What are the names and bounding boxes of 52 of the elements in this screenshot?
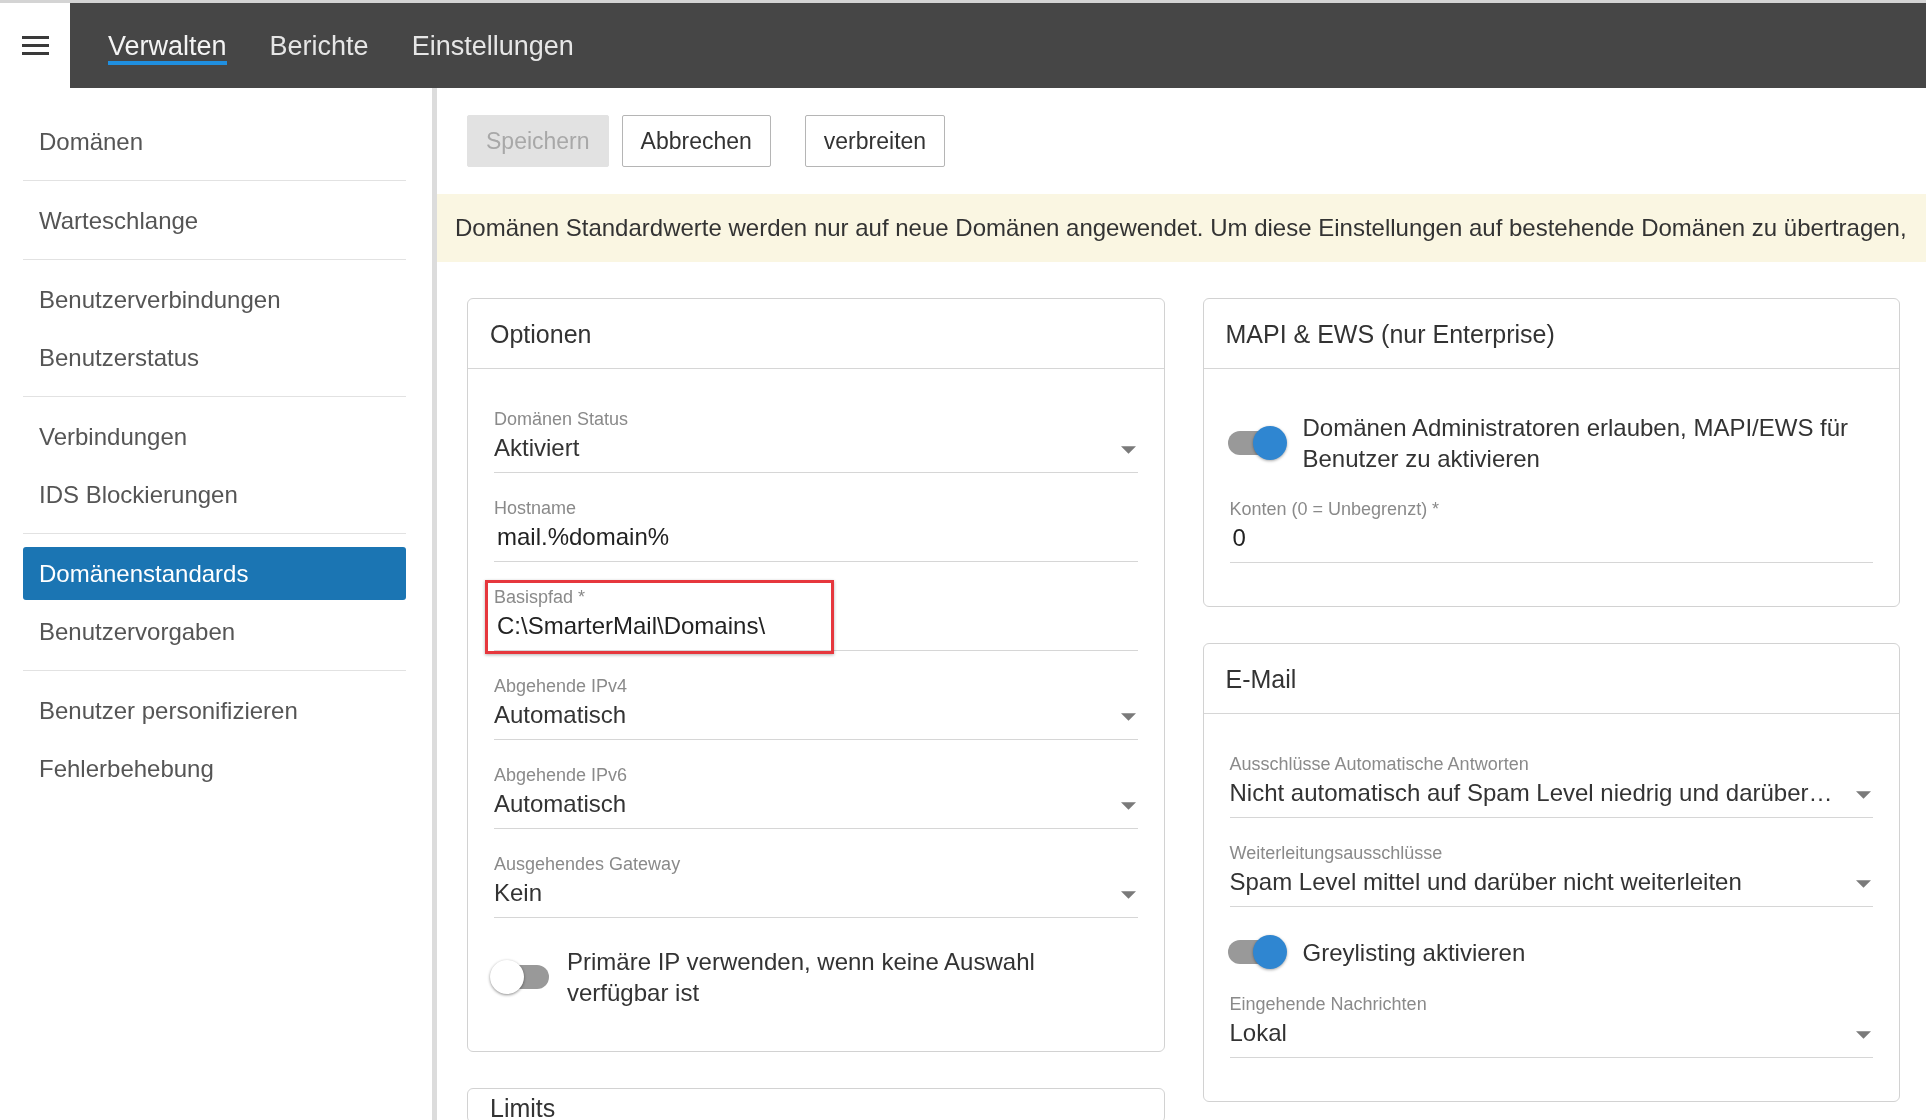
field-label: Basispfad * <box>494 587 587 607</box>
field-label: Weiterleitungsausschlüsse <box>1229 843 1444 863</box>
notice-banner: Domänen Standardwerte werden nur auf neue Domänen angewendet. Um diese Einstellungen auf bestehende Domänen zu übertragen, <box>437 194 1926 262</box>
caret-icon <box>1120 801 1136 810</box>
sidebar-item[interactable]: Domänen <box>23 115 406 168</box>
nav-tab[interactable]: Einstellungen <box>411 26 574 65</box>
caret-icon <box>1120 712 1136 721</box>
sidebar-item[interactable]: Benutzervorgaben <box>23 605 406 658</box>
toggle-switch[interactable] <box>490 960 551 994</box>
card-title: E-Mail <box>1225 664 1297 693</box>
sidebar-item[interactable]: Fehlerbehebung <box>23 742 406 795</box>
toggle-label: Domänen Administratoren erlauben, MAPI/EWS für Benutzer zu aktivieren <box>1302 413 1850 474</box>
sidebar-item[interactable]: Benutzer personifizieren <box>23 684 406 737</box>
menu-icon[interactable] <box>21 36 49 55</box>
field-label: Ausgehendes Gateway <box>494 854 682 874</box>
select-field[interactable]: Domänen Status Aktiviert <box>494 409 1138 473</box>
select-field[interactable]: Weiterleitungsausschlüsse Spam Level mittel und darüber nicht weiterleiten <box>1229 843 1873 907</box>
field-label: Domänen Status <box>494 409 630 429</box>
select-field[interactable]: Abgehende IPv6 Automatisch <box>494 765 1138 829</box>
field-label: Hostname <box>494 498 578 518</box>
sidebar-item[interactable]: Benutzerstatus <box>23 331 406 384</box>
caret-icon <box>1856 879 1871 888</box>
card-title: Optionen <box>490 319 592 348</box>
text-field[interactable]: Konten (0 = Unbegrenzt) * 0 <box>1229 499 1873 563</box>
field-label: Abgehende IPv6 <box>494 765 629 785</box>
caret-icon <box>1120 890 1136 899</box>
field-label: Abgehende IPv4 <box>494 676 629 696</box>
text-field[interactable]: Basispfad * C:\SmarterMail\Domains\ <box>494 587 1138 651</box>
sidebar-item[interactable]: Benutzerverbindungen <box>23 273 406 326</box>
field-label: Eingehende Nachrichten <box>1229 994 1428 1014</box>
sidebar-item[interactable]: Warteschlange <box>23 194 406 247</box>
nav-tab[interactable]: Verwalten <box>108 26 227 65</box>
card-title: MAPI & EWS (nur Enterprise) <box>1225 319 1555 348</box>
card-title: Limits <box>490 1094 556 1120</box>
toggle-label: Primäre IP verwenden, wenn keine Auswahl verfügbar ist <box>567 947 1036 1008</box>
sidebar-item[interactable]: Verbindungen <box>23 410 406 463</box>
caret-icon <box>1856 1030 1871 1039</box>
nav-tab[interactable]: Berichte <box>269 26 369 65</box>
select-field[interactable]: Ausschlüsse Automatische Antworten Nicht automatisch auf Spam Level niedrig und darüber… <box>1229 754 1873 818</box>
field-label: Konten (0 = Unbegrenzt) * <box>1229 499 1441 519</box>
sidebar-item[interactable]: IDS Blockierungen <box>23 468 406 521</box>
caret-icon <box>1856 790 1871 799</box>
caret-icon <box>1120 445 1136 454</box>
select-field[interactable]: Eingehende Nachrichten Lokal <box>1229 994 1873 1058</box>
field-label: Ausschlüsse Automatische Antworten <box>1229 754 1530 774</box>
select-field[interactable]: Abgehende IPv4 Automatisch <box>494 676 1138 740</box>
toolbar-button[interactable]: Abbrechen <box>621 115 771 167</box>
sidebar-item[interactable]: Domänenstandards <box>23 547 406 600</box>
toolbar-button[interactable]: verbreiten <box>804 115 946 167</box>
toggle-label: Greylisting aktivieren <box>1302 937 1526 968</box>
text-field[interactable]: Hostname mail.%domain% <box>494 498 1138 562</box>
select-field[interactable]: Ausgehendes Gateway Kein <box>494 854 1138 918</box>
